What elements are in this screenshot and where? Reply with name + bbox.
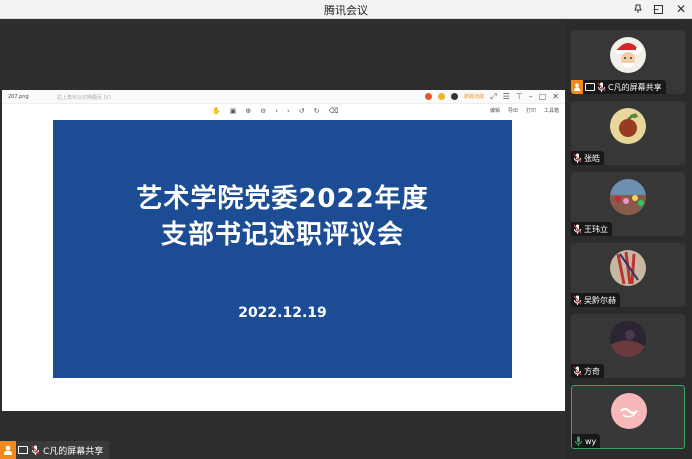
viewer-toolbar: ✋ ▣ ⊕ ⊖ ‹ › ↺ ↻ ⌫ 编辑 导出 打印 工具箱: [2, 105, 565, 118]
participant-label: wy: [572, 434, 601, 448]
fullscreen-icon[interactable]: ⤢: [490, 92, 496, 101]
viewer-file-name: 207.png: [8, 94, 29, 100]
participant-name: 方奇: [584, 366, 600, 376]
viewer-titlebar: 207.png 右上角可以切换翻页 (V) 新版功能 ⤢ ☰ ⊤ – □ ✕: [2, 90, 565, 104]
pin-icon-2[interactable]: ⊤: [516, 92, 523, 101]
participant-label: 方奇: [571, 364, 604, 378]
mic-muted-icon: [573, 366, 582, 376]
app-icon-2: [438, 93, 446, 100]
participant-name: 吴黔尔赫: [584, 295, 616, 305]
slide-title-line-1: 艺术学院党委2022年度: [136, 184, 429, 214]
zoom-out-icon[interactable]: ⊖: [260, 107, 266, 115]
prev-icon[interactable]: ‹: [275, 107, 278, 115]
dark-avatar-icon: [610, 321, 646, 357]
pink-avatar-icon: [611, 393, 647, 429]
viewer-hint: 右上角可以切换翻页 (V): [57, 95, 111, 101]
export-button[interactable]: 导出: [508, 107, 518, 114]
viewer-close-icon[interactable]: ✕: [552, 92, 559, 101]
mic-muted-icon: [597, 82, 606, 92]
participant-tile-speaking[interactable]: wy: [571, 385, 685, 449]
viewer-minimize-icon[interactable]: –: [529, 92, 533, 101]
rotate-left-icon[interactable]: ↺: [299, 107, 305, 115]
app-icon-3: [451, 93, 459, 100]
crowd-avatar-icon: [610, 179, 646, 215]
participant-label: 张皓: [571, 151, 604, 165]
shared-screen-stage: 207.png 右上角可以切换翻页 (V) 新版功能 ⤢ ☰ ⊤ – □ ✕ ✋…: [0, 20, 566, 459]
slide-title-line-2: 支部书记述职评议会: [160, 220, 404, 250]
participant-tile[interactable]: 王玮立: [571, 172, 685, 236]
sharer-label-bar: C凡的屏幕共享: [0, 441, 110, 459]
shared-screen: 207.png 右上角可以切换翻页 (V) 新版功能 ⤢ ☰ ⊤ – □ ✕ ✋…: [2, 90, 565, 411]
fruit-avatar-icon: [610, 108, 646, 144]
participant-label: C凡的屏幕共享: [571, 80, 666, 94]
hand-icon[interactable]: ✋: [212, 107, 221, 115]
delete-icon[interactable]: ⌫: [328, 107, 338, 115]
title-bar: 腾讯会议 –: [0, 0, 692, 19]
participant-tile[interactable]: C凡的屏幕共享: [571, 30, 685, 94]
participant-name: wy: [585, 436, 597, 446]
toolbox-button[interactable]: 工具箱: [544, 107, 559, 114]
participant-name: C凡的屏幕共享: [608, 82, 662, 92]
rotate-right-icon[interactable]: ↻: [314, 107, 320, 115]
menu-icon[interactable]: ☰: [503, 92, 510, 101]
new-feature-badge[interactable]: 新版功能: [464, 93, 484, 100]
participant-tile[interactable]: 张皓: [571, 101, 685, 165]
participant-label: 王玮立: [571, 222, 612, 236]
mic-active-icon: [575, 436, 582, 446]
host-icon: [0, 441, 16, 459]
window-title: 腾讯会议: [324, 4, 368, 17]
fabric-avatar-icon: [610, 250, 646, 286]
print-button[interactable]: 打印: [526, 107, 536, 114]
screen-share-icon: [585, 83, 595, 91]
meeting-window: 腾讯会议 – ✕ 207.png 右上角可以切换翻页 (V) 新版功能 ⤢ ☰ …: [0, 0, 692, 459]
santa-avatar-icon: [610, 37, 646, 73]
participant-name: 王玮立: [584, 224, 608, 234]
close-button[interactable]: ✕: [670, 0, 692, 19]
sharer-label: C凡的屏幕共享: [43, 446, 104, 457]
presentation-slide: 艺术学院党委2022年度 支部书记述职评议会 2022.12.19: [53, 120, 512, 378]
mic-muted-icon: [573, 224, 582, 234]
host-icon: [571, 80, 583, 94]
participant-sidebar: C凡的屏幕共享 张皓 王玮立 吴黔尔赫 方奇 wy: [566, 20, 692, 459]
fit-icon[interactable]: ▣: [230, 107, 237, 115]
screen-share-icon: [18, 446, 28, 454]
mic-muted-icon: [573, 295, 582, 305]
slide-date: 2022.12.19: [238, 305, 327, 321]
participant-tile[interactable]: 吴黔尔赫: [571, 243, 685, 307]
viewer-maximize-icon[interactable]: □: [539, 92, 547, 101]
maximize-button[interactable]: [647, 0, 669, 19]
participant-tile[interactable]: 方奇: [571, 314, 685, 378]
edit-button[interactable]: 编辑: [490, 107, 500, 114]
mic-muted-icon: [31, 445, 40, 455]
mic-muted-icon: [573, 153, 582, 163]
participant-label: 吴黔尔赫: [571, 293, 620, 307]
zoom-in-icon[interactable]: ⊕: [245, 107, 251, 115]
next-icon[interactable]: ›: [287, 107, 290, 115]
participant-name: 张皓: [584, 153, 600, 163]
app-icon: [425, 93, 433, 100]
